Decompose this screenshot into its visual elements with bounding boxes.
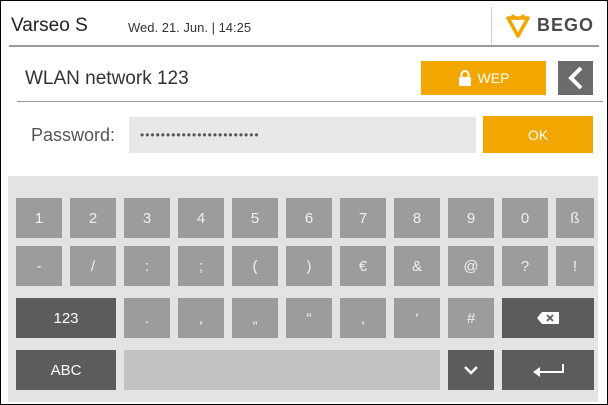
enter-arrow-icon <box>533 364 564 377</box>
key-paren-open[interactable]: ( <box>232 246 278 286</box>
key-low-single-quote[interactable]: ‚ <box>340 298 386 338</box>
key-1[interactable]: 1 <box>16 198 62 238</box>
password-label: Password: <box>31 125 116 145</box>
logo-mark-icon <box>506 13 530 38</box>
key-eszett[interactable]: ß <box>556 198 594 238</box>
security-label: WEP <box>477 70 510 86</box>
key-hash[interactable]: # <box>448 298 494 338</box>
key-period[interactable]: . <box>124 298 170 338</box>
key-low-double-quote[interactable]: „ <box>232 298 278 338</box>
key-0[interactable]: 0 <box>502 198 548 238</box>
numbers-mode-key[interactable]: 123 <box>16 298 116 338</box>
password-value: ••••••••••••••••••••••• <box>140 128 260 142</box>
chevron-left-icon <box>567 66 582 90</box>
chevron-down-icon <box>464 366 478 375</box>
key-8[interactable]: 8 <box>394 198 440 238</box>
key-slash[interactable]: / <box>70 246 116 286</box>
back-button[interactable] <box>558 61 593 95</box>
key-colon[interactable]: : <box>124 246 170 286</box>
key-2[interactable]: 2 <box>70 198 116 238</box>
key-paren-close[interactable]: ) <box>286 246 332 286</box>
key-euro[interactable]: € <box>340 246 386 286</box>
header-bar: Varseo S Wed. 21. Jun. | 14:25 BEGO <box>9 7 599 47</box>
enter-key[interactable] <box>502 350 594 390</box>
key-at[interactable]: @ <box>448 246 494 286</box>
hide-keyboard-key[interactable] <box>448 350 494 390</box>
key-high-single-quote[interactable]: ‘ <box>394 298 440 338</box>
key-4[interactable]: 4 <box>178 198 224 238</box>
backspace-icon <box>537 312 559 324</box>
key-comma[interactable]: , <box>178 298 224 338</box>
key-3[interactable]: 3 <box>124 198 170 238</box>
key-6[interactable]: 6 <box>286 198 332 238</box>
app-title: Varseo S <box>11 15 88 36</box>
network-name: WLAN network 123 <box>25 68 189 89</box>
key-7[interactable]: 7 <box>340 198 386 238</box>
header-divider <box>491 7 492 45</box>
security-wep-button[interactable]: WEP <box>421 61 546 95</box>
ok-label: OK <box>527 126 549 143</box>
date-time: Wed. 21. Jun. | 14:25 <box>128 20 252 35</box>
lock-icon <box>458 70 471 86</box>
letters-mode-key[interactable]: ABC <box>16 350 116 390</box>
on-screen-keyboard: 1 2 3 4 5 6 7 8 9 0 ß - / : ; ( ) € & @ … <box>8 176 598 402</box>
key-9[interactable]: 9 <box>448 198 494 238</box>
space-key[interactable] <box>124 350 440 390</box>
key-exclamation[interactable]: ! <box>556 246 594 286</box>
key-5[interactable]: 5 <box>232 198 278 238</box>
key-high-double-quote[interactable]: “ <box>286 298 332 338</box>
backspace-key[interactable] <box>502 298 594 338</box>
password-input[interactable]: ••••••••••••••••••••••• <box>129 117 476 153</box>
key-semicolon[interactable]: ; <box>178 246 224 286</box>
bego-logo: BEGO <box>503 10 599 40</box>
key-question[interactable]: ? <box>502 246 548 286</box>
logo-text: BEGO <box>537 15 595 35</box>
network-divider <box>17 101 603 102</box>
ok-button[interactable]: OK <box>483 116 593 153</box>
key-ampersand[interactable]: & <box>394 246 440 286</box>
key-hyphen[interactable]: - <box>16 246 62 286</box>
